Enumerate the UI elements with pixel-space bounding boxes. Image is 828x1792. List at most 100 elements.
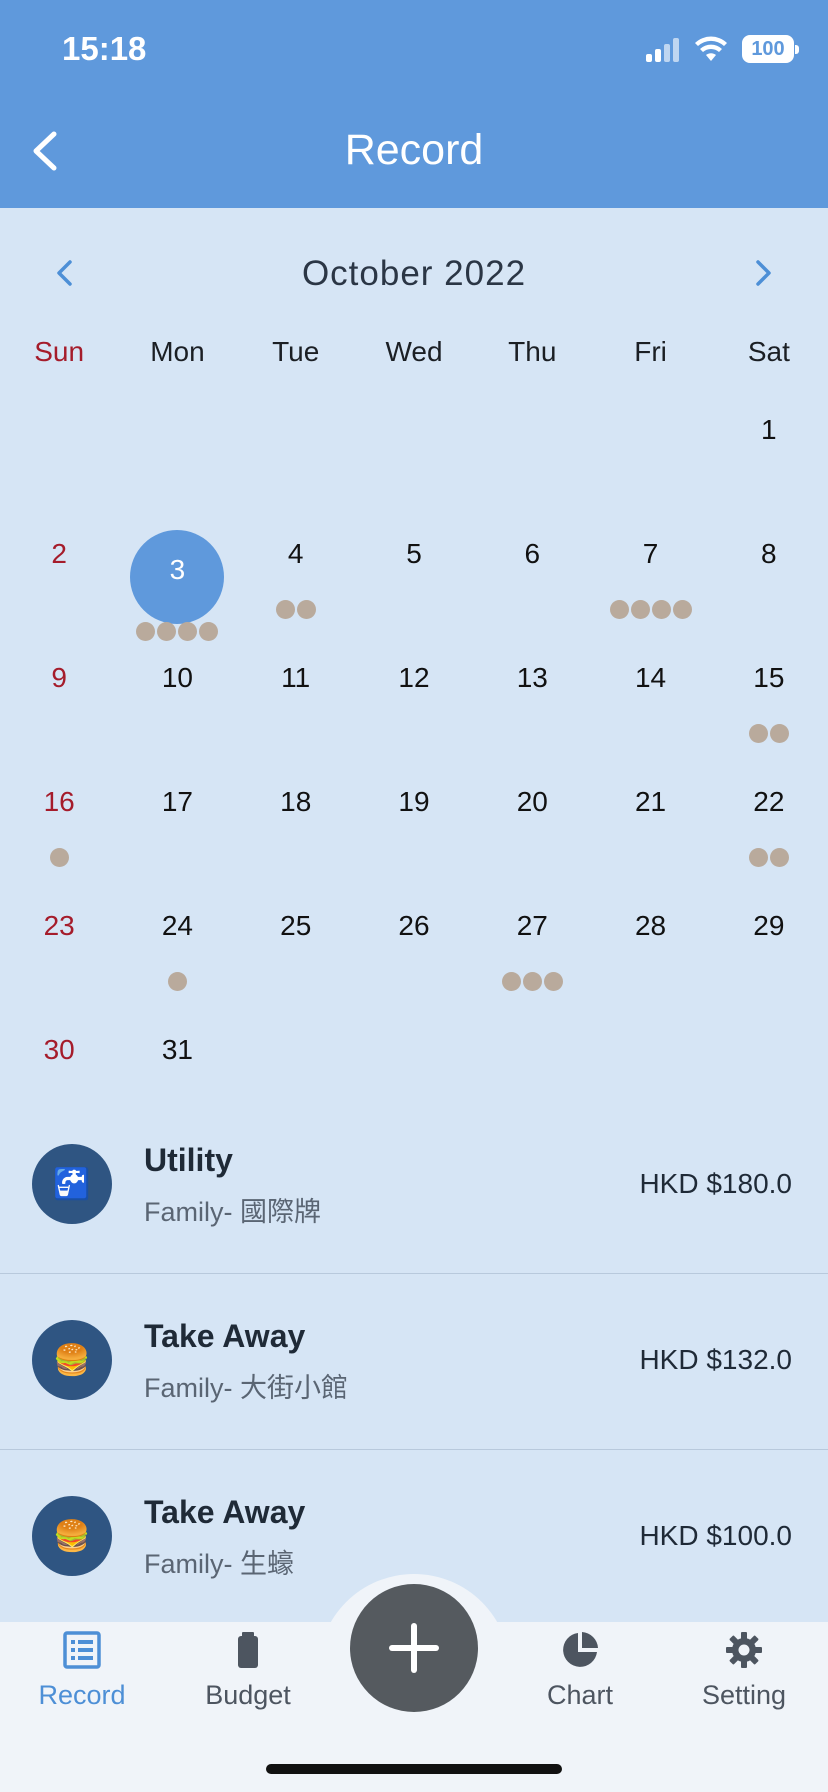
calendar-day[interactable]: 6	[473, 492, 591, 616]
calendar-day[interactable]: 24	[118, 864, 236, 991]
burger-icon: 🍔	[32, 1320, 112, 1400]
day-number: 27	[516, 910, 548, 941]
calendar-day[interactable]: 3	[118, 492, 236, 641]
record-amount: HKD $100.0	[639, 1520, 792, 1551]
day-number: 13	[516, 662, 548, 693]
calendar-day[interactable]: 17	[118, 740, 236, 864]
calendar-day[interactable]: 12	[355, 616, 473, 740]
day-number: 12	[398, 662, 430, 693]
home-indicator	[266, 1764, 562, 1774]
calendar-day[interactable]: 14	[591, 616, 709, 740]
battery-level: 100	[751, 37, 785, 60]
tab-setting[interactable]: Setting	[664, 1630, 824, 1720]
day-number: 23	[43, 910, 75, 941]
calendar-day[interactable]: 10	[118, 616, 236, 740]
calendar-day[interactable]: 8	[710, 492, 828, 616]
calendar-day[interactable]: 13	[473, 616, 591, 740]
calendar-day[interactable]: 1	[710, 368, 828, 492]
calendar-day[interactable]: 21	[591, 740, 709, 864]
calendar-day[interactable]: 15	[710, 616, 828, 743]
record-dot	[501, 972, 521, 991]
day-number: 19	[398, 786, 430, 817]
tab-record[interactable]: Record	[2, 1630, 162, 1720]
calendar-grid: 1 2 3 4 5 6 7 8 9 10 11 12 13 14 15 16 17 18 19 20 21 22 23 24 2…	[0, 368, 828, 1112]
day-number: 3	[169, 554, 186, 585]
calendar-day[interactable]: 28	[591, 864, 709, 988]
day-number: 30	[43, 1034, 75, 1065]
calendar-day[interactable]: 2	[0, 492, 118, 616]
list-icon	[63, 1631, 101, 1669]
page-title: Record	[344, 126, 484, 174]
record-list: 🚰 Utility Family- 國際牌 HKD $180.0 🍔 Take …	[0, 1098, 828, 1626]
status-time: 15:18	[62, 30, 147, 67]
calendar-day[interactable]: 22	[710, 740, 828, 867]
record-amount: HKD $132.0	[639, 1344, 792, 1375]
wifi-icon	[695, 36, 727, 61]
calendar-day[interactable]: 16	[0, 740, 118, 867]
calendar-day[interactable]: 7	[591, 492, 709, 619]
calendar-day[interactable]: 30	[0, 988, 118, 1112]
calendar-empty-cell	[237, 368, 355, 492]
record-item[interactable]: 🚰 Utility Family- 國際牌 HKD $180.0	[0, 1098, 828, 1274]
tab-label: Record	[38, 1680, 126, 1710]
calendar-day[interactable]: 18	[237, 740, 355, 864]
day-number: 22	[753, 786, 785, 817]
calendar-empty-cell	[591, 368, 709, 492]
day-number: 24	[161, 910, 193, 941]
calendar-day[interactable]: 31	[118, 988, 236, 1112]
calendar-empty-cell	[0, 368, 118, 492]
calendar-day[interactable]: 26	[355, 864, 473, 988]
day-number: 28	[634, 910, 667, 941]
month-title: October 2022	[301, 254, 527, 293]
calendar-day[interactable]: 23	[0, 864, 118, 988]
day-number: 2	[51, 538, 67, 569]
record-category: Take Away	[144, 1318, 306, 1354]
calendar-day[interactable]: 29	[710, 864, 828, 988]
record-item[interactable]: 🍔 Take Away Family- 大街小館 HKD $132.0	[0, 1274, 828, 1450]
day-number: 9	[51, 662, 67, 693]
day-number: 6	[524, 538, 541, 569]
record-amount: HKD $180.0	[639, 1168, 792, 1199]
calendar-day[interactable]: 5	[355, 492, 473, 616]
tab-chart[interactable]: Chart	[500, 1630, 660, 1720]
tab-budget[interactable]: Budget	[168, 1630, 328, 1720]
day-number: 29	[753, 910, 785, 941]
battery-icon	[238, 1632, 258, 1668]
next-month-button[interactable]	[748, 256, 778, 290]
calendar-day[interactable]: 20	[473, 740, 591, 864]
record-indicator-dots	[473, 972, 591, 991]
app-header: 15:18 100 Record	[0, 0, 828, 208]
battery-status-icon: 100	[742, 35, 799, 63]
day-number: 26	[398, 910, 430, 941]
day-number: 8	[761, 538, 777, 569]
day-number: 20	[516, 786, 548, 817]
plus-icon-vertical	[411, 1623, 417, 1673]
day-number: 25	[280, 910, 312, 941]
record-category: Take Away	[144, 1494, 306, 1530]
calendar-day[interactable]: 27	[473, 864, 591, 991]
calendar-day[interactable]: 9	[0, 616, 118, 740]
day-number: 18	[280, 786, 312, 817]
record-description: Family- 大街小館	[144, 1373, 348, 1403]
add-record-button[interactable]	[350, 1584, 478, 1712]
cellular-signal-icon	[646, 36, 680, 62]
day-number: 14	[634, 662, 667, 693]
tab-label: Setting	[701, 1680, 787, 1710]
faucet-icon: 🚰	[32, 1144, 112, 1224]
record-description: Family- 生蠔	[144, 1549, 294, 1579]
record-dot	[543, 972, 563, 991]
calendar-empty-cell	[473, 368, 591, 492]
record-description: Family- 國際牌	[144, 1197, 321, 1227]
calendar-day[interactable]: 25	[237, 864, 355, 988]
pie-chart-icon	[563, 1632, 598, 1667]
day-number: 4	[287, 538, 304, 569]
calendar-day[interactable]: 4	[237, 492, 355, 619]
day-number: 5	[406, 538, 422, 569]
calendar-empty-cell	[118, 368, 236, 492]
day-number: 15	[753, 662, 785, 693]
day-number: 1	[761, 414, 777, 445]
calendar-day[interactable]: 11	[237, 616, 355, 740]
record-dot	[522, 972, 542, 991]
day-number: 16	[43, 786, 75, 817]
calendar-day[interactable]: 19	[355, 740, 473, 864]
